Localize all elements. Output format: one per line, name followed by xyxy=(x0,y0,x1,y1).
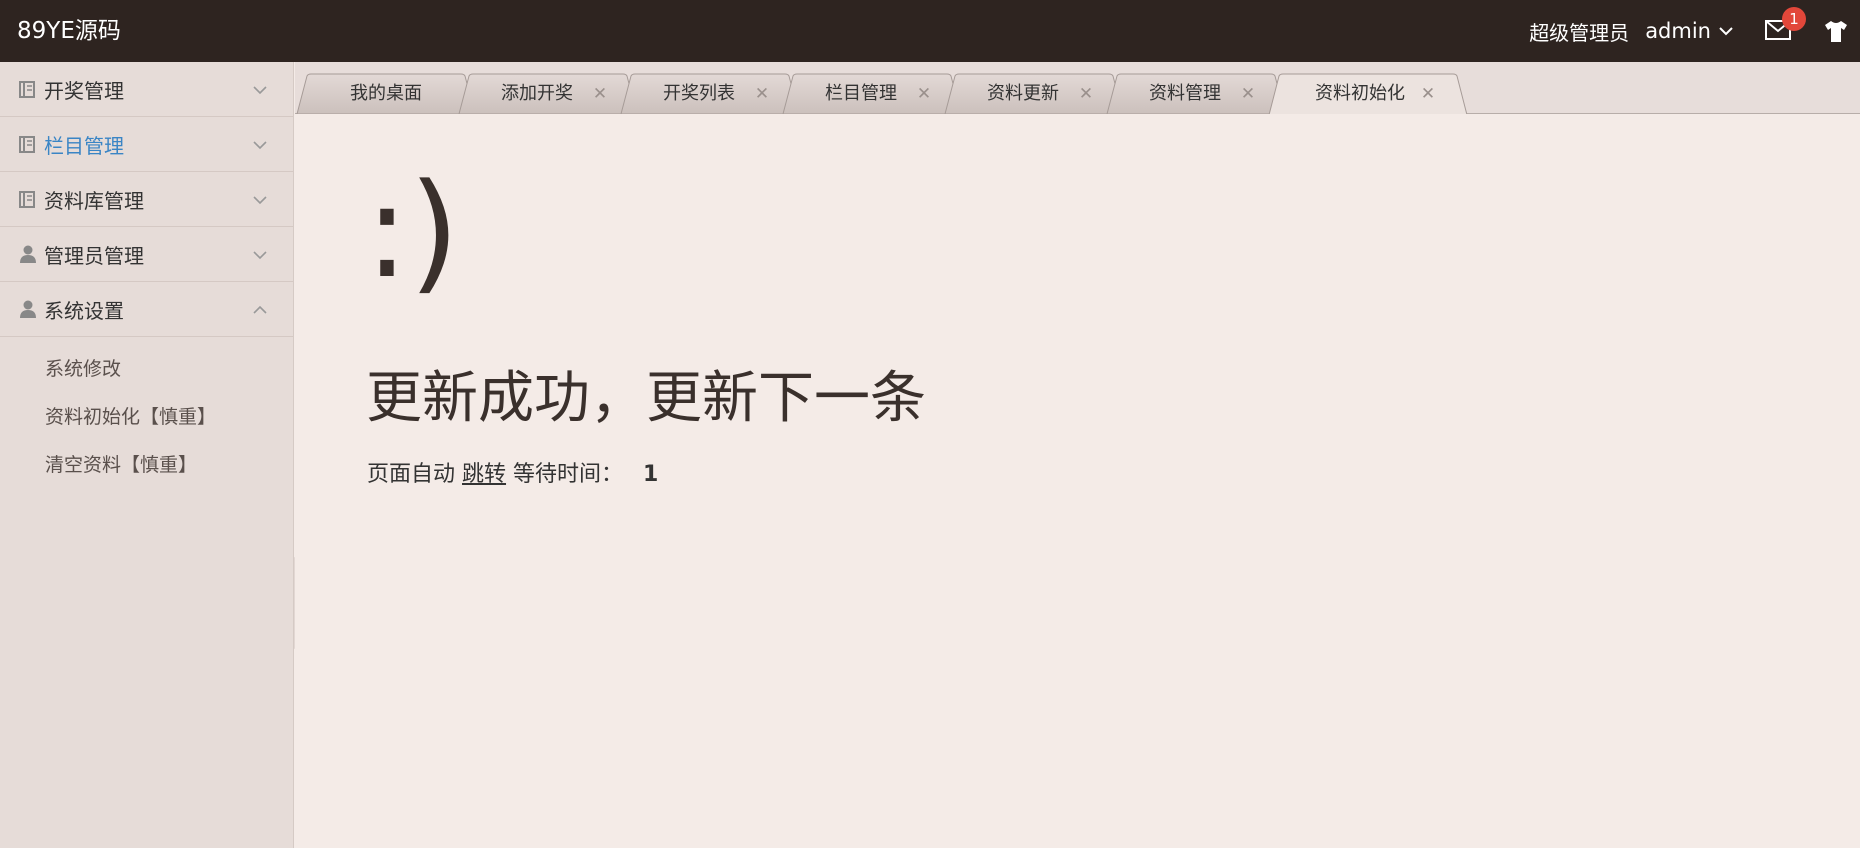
tab-my-desktop[interactable]: 我的桌面 xyxy=(315,74,457,114)
sidebar-subitem-system-modify[interactable]: 系统修改 xyxy=(0,345,293,393)
close-icon[interactable]: ✕ xyxy=(916,74,932,114)
smiley-face: :) xyxy=(365,155,460,307)
tab-add-draw[interactable]: 添加开奖 xyxy=(473,74,601,114)
redirect-prefix: 页面自动 xyxy=(367,462,456,487)
book-icon xyxy=(19,81,35,98)
theme-shirt-icon[interactable] xyxy=(1823,18,1849,44)
sidebar: 开奖管理 栏目管理 资料库管理 管理员管理 系统设置 系统修改 资料初始化【慎重… xyxy=(0,62,294,848)
chevron-down-icon xyxy=(253,251,267,260)
close-icon[interactable]: ✕ xyxy=(1078,74,1094,114)
redirect-countdown: 1 xyxy=(643,462,659,487)
sidebar-item-admin-management[interactable]: 管理员管理 xyxy=(0,227,293,282)
close-icon[interactable]: ✕ xyxy=(754,74,770,114)
sidebar-item-column-management[interactable]: 栏目管理 xyxy=(0,117,293,172)
sidebar-item-draw-management[interactable]: 开奖管理 xyxy=(0,62,293,117)
sidebar-item-system-settings[interactable]: 系统设置 xyxy=(0,282,293,337)
book-icon xyxy=(19,136,35,153)
sidebar-item-label: 开奖管理 xyxy=(44,78,124,103)
user-icon xyxy=(20,245,36,263)
sidebar-subitem-clear-data[interactable]: 清空资料【慎重】 xyxy=(0,441,293,489)
chevron-up-icon xyxy=(253,305,267,314)
tab-column-management[interactable]: 栏目管理 xyxy=(797,74,925,114)
user-area: 超级管理员 admin 1 xyxy=(1529,0,1860,62)
sidebar-item-label: 系统设置 xyxy=(44,298,124,323)
tab-data-update[interactable]: 资料更新 xyxy=(959,74,1087,114)
tab-data-management[interactable]: 资料管理 xyxy=(1121,74,1249,114)
close-icon[interactable]: ✕ xyxy=(592,74,608,114)
app-logo[interactable]: 89YE源码 xyxy=(17,0,121,62)
sidebar-item-library-management[interactable]: 资料库管理 xyxy=(0,172,293,227)
chevron-down-icon xyxy=(253,86,267,95)
mail-button[interactable]: 1 xyxy=(1765,7,1806,46)
sidebar-subitem-data-init[interactable]: 资料初始化【慎重】 xyxy=(0,393,293,441)
redirect-notice: 页面自动 跳转 等待时间： 1 xyxy=(367,460,658,490)
sidebar-item-label: 管理员管理 xyxy=(44,243,144,268)
redirect-wait-label: 等待时间： xyxy=(513,462,624,487)
tab-data-init[interactable]: 资料初始化 xyxy=(1290,74,1430,114)
role-label: 超级管理员 xyxy=(1529,20,1630,45)
close-icon[interactable]: ✕ xyxy=(1240,74,1256,114)
close-icon[interactable]: ✕ xyxy=(1420,74,1436,114)
tab-draw-list[interactable]: 开奖列表 xyxy=(635,74,763,114)
tab-bar: 我的桌面 添加开奖 ✕ 开奖列表 ✕ 栏目管理 ✕ 资料更新 ✕ 资料管理 ✕ … xyxy=(295,62,1860,114)
mail-count-badge: 1 xyxy=(1782,7,1806,31)
redirect-link[interactable]: 跳转 xyxy=(462,460,506,490)
book-icon xyxy=(19,191,35,208)
user-icon xyxy=(20,300,36,318)
sidebar-item-label: 栏目管理 xyxy=(44,133,124,158)
success-message: 更新成功，更新下一条 xyxy=(366,366,926,431)
main-content: :) 更新成功，更新下一条 页面自动 跳转 等待时间： 1 xyxy=(295,114,1860,848)
top-header: 89YE源码 超级管理员 admin 1 xyxy=(0,0,1860,62)
chevron-down-icon xyxy=(253,141,267,150)
chevron-down-icon xyxy=(253,196,267,205)
user-menu-dropdown[interactable]: admin xyxy=(1645,19,1735,43)
username-label: admin xyxy=(1645,19,1711,43)
system-settings-submenu: 系统修改 资料初始化【慎重】 清空资料【慎重】 xyxy=(0,337,293,489)
chevron-down-icon xyxy=(1719,27,1733,36)
sidebar-item-label: 资料库管理 xyxy=(44,188,144,213)
